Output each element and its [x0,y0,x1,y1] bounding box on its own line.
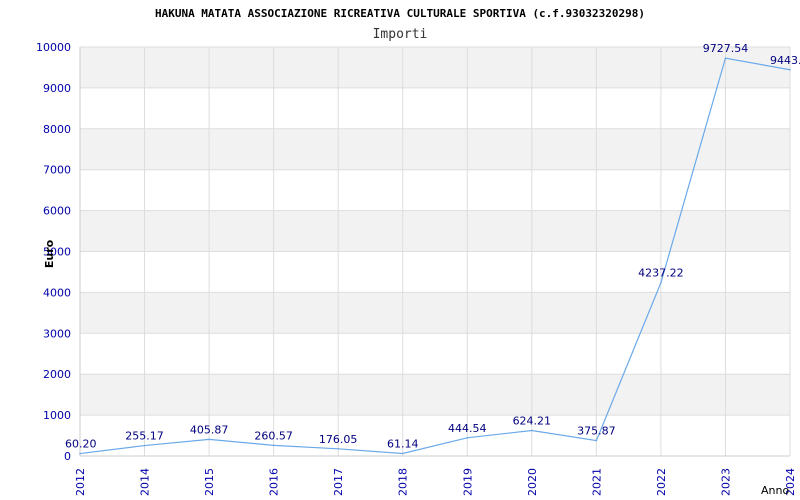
x-tick-label: 2015 [203,468,216,496]
x-tick-label: 2016 [268,468,281,496]
x-tick-label: 2018 [397,468,410,496]
data-point [531,429,533,432]
plot-band [80,210,790,252]
y-tick-label: 7000 [43,164,71,177]
y-tick-label: 6000 [43,205,71,218]
x-tick-label: 2012 [74,468,87,496]
data-point [79,452,81,455]
data-label: 444.54 [448,422,487,435]
plot-band [80,47,790,88]
data-label: 4237.22 [638,267,684,280]
y-tick-label: 9000 [43,82,71,95]
plot-band [80,415,790,456]
data-point [272,444,275,447]
x-tick-labels: 2012 2014 2015 2016 2017 2018 2019 2020 2021 2022… [74,468,797,496]
data-label: 405.87 [190,423,229,436]
chart-title: HAKUNA MATATA ASSOCIAZIONE RICREATIVA CU… [155,7,645,20]
data-label: 255.17 [125,430,164,443]
data-point [337,447,339,450]
x-tick-label: 2023 [719,468,732,496]
data-point [789,68,791,71]
data-point [595,439,598,442]
data-label: 375.87 [577,425,616,438]
data-point [143,444,146,447]
data-label: 260.57 [254,429,293,442]
chart-subtitle: Importi [373,27,428,42]
y-tick-label: 3000 [43,327,71,340]
data-point [660,281,662,284]
x-tick-label: 2019 [461,468,474,496]
x-tick-label: 2014 [139,468,152,496]
plot-band [80,374,790,416]
x-tick-label: 2022 [655,468,668,496]
y-tick-label: 10000 [36,41,71,54]
y-tick-label: 2000 [43,368,71,381]
y-axis-label: Euro [43,239,56,268]
x-axis-label: Anno [761,484,789,497]
data-label: 9443.7 [770,54,800,67]
data-point [724,57,727,59]
data-label: 9727.54 [703,42,749,55]
x-tick-label: 2021 [590,468,603,496]
data-point [208,438,210,441]
y-tick-label: 4000 [43,286,71,299]
data-label: 624.21 [513,414,552,427]
y-tick-label: 1000 [43,409,71,422]
data-point [466,437,469,439]
x-tick-label: 2017 [332,468,345,496]
y-tick-label: 8000 [43,123,71,136]
plot-band [80,292,790,334]
plot-band [80,87,790,129]
plot-band [80,333,790,375]
data-label: 61.14 [387,437,419,450]
y-tick-label: 0 [64,450,71,463]
x-tick-label: 2020 [526,468,539,496]
plot-band [80,128,790,170]
data-label: 60.20 [65,438,97,451]
data-label: 176.05 [319,433,358,446]
data-point [401,452,404,455]
chart: 0100020003000400050006000700080009000100… [36,7,800,497]
